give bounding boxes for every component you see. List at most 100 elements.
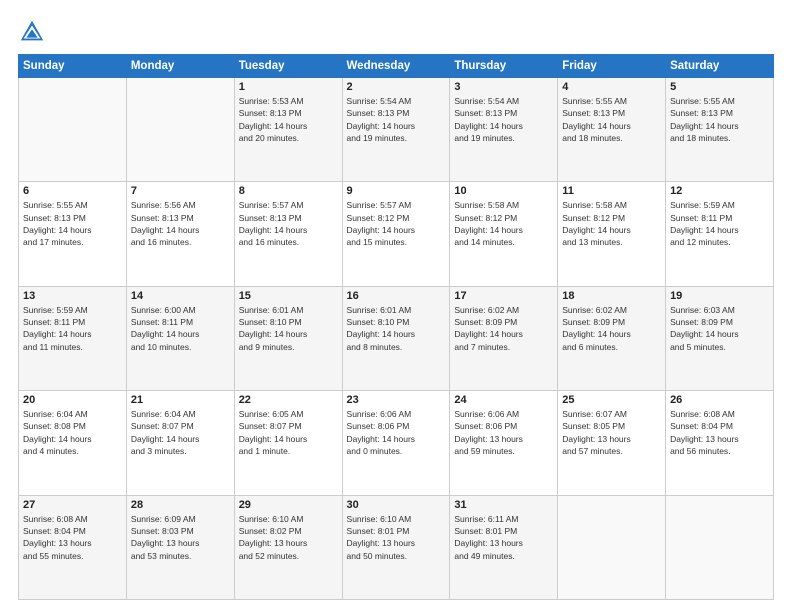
calendar-week-4: 20 Sunrise: 6:04 AM Sunset: 8:08 PM Dayli… xyxy=(19,391,774,495)
weekday-header-row: SundayMondayTuesdayWednesdayThursdayFrid… xyxy=(19,55,774,78)
day-number: 5 xyxy=(670,81,769,93)
day-number: 10 xyxy=(454,185,553,197)
calendar-cell xyxy=(19,78,127,182)
calendar-cell xyxy=(666,495,774,599)
day-number: 19 xyxy=(670,290,769,302)
day-info: Sunrise: 5:54 AM Sunset: 8:13 PM Dayligh… xyxy=(454,95,553,144)
day-number: 25 xyxy=(562,394,661,406)
logo xyxy=(18,18,50,46)
weekday-header-monday: Monday xyxy=(126,55,234,78)
day-info: Sunrise: 5:53 AM Sunset: 8:13 PM Dayligh… xyxy=(239,95,338,144)
calendar-cell: 9 Sunrise: 5:57 AM Sunset: 8:12 PM Daylig… xyxy=(342,182,450,286)
day-info: Sunrise: 5:57 AM Sunset: 8:12 PM Dayligh… xyxy=(347,199,446,248)
day-number: 14 xyxy=(131,290,230,302)
day-info: Sunrise: 6:01 AM Sunset: 8:10 PM Dayligh… xyxy=(239,304,338,353)
day-number: 7 xyxy=(131,185,230,197)
calendar-week-5: 27 Sunrise: 6:08 AM Sunset: 8:04 PM Dayli… xyxy=(19,495,774,599)
weekday-header-saturday: Saturday xyxy=(666,55,774,78)
calendar-cell: 7 Sunrise: 5:56 AM Sunset: 8:13 PM Daylig… xyxy=(126,182,234,286)
calendar-cell: 20 Sunrise: 6:04 AM Sunset: 8:08 PM Dayli… xyxy=(19,391,127,495)
day-number: 27 xyxy=(23,499,122,511)
calendar-cell: 24Sunrise: 6:06 AM Sunset: 8:06 PM Dayli… xyxy=(450,391,558,495)
day-info: Sunrise: 6:10 AM Sunset: 8:02 PM Dayligh… xyxy=(239,513,338,562)
day-info: Sunrise: 6:05 AM Sunset: 8:07 PM Dayligh… xyxy=(239,408,338,457)
day-number: 22 xyxy=(239,394,338,406)
day-number: 26 xyxy=(670,394,769,406)
calendar-cell: 19 Sunrise: 6:03 AM Sunset: 8:09 PM Dayli… xyxy=(666,286,774,390)
day-info: Sunrise: 5:58 AM Sunset: 8:12 PM Dayligh… xyxy=(562,199,661,248)
calendar-cell xyxy=(558,495,666,599)
calendar-cell: 4 Sunrise: 5:55 AM Sunset: 8:13 PM Daylig… xyxy=(558,78,666,182)
day-info: Sunrise: 6:08 AM Sunset: 8:04 PM Dayligh… xyxy=(670,408,769,457)
day-info: Sunrise: 6:02 AM Sunset: 8:09 PM Dayligh… xyxy=(562,304,661,353)
weekday-header-friday: Friday xyxy=(558,55,666,78)
day-number: 15 xyxy=(239,290,338,302)
day-info: Sunrise: 6:00 AM Sunset: 8:11 PM Dayligh… xyxy=(131,304,230,353)
day-info: Sunrise: 6:02 AM Sunset: 8:09 PM Dayligh… xyxy=(454,304,553,353)
calendar-cell: 11 Sunrise: 5:58 AM Sunset: 8:12 PM Dayli… xyxy=(558,182,666,286)
day-number: 2 xyxy=(347,81,446,93)
day-info: Sunrise: 6:04 AM Sunset: 8:07 PM Dayligh… xyxy=(131,408,230,457)
calendar-cell: 25 Sunrise: 6:07 AM Sunset: 8:05 PM Dayli… xyxy=(558,391,666,495)
calendar-week-2: 6 Sunrise: 5:55 AM Sunset: 8:13 PM Daylig… xyxy=(19,182,774,286)
day-info: Sunrise: 6:07 AM Sunset: 8:05 PM Dayligh… xyxy=(562,408,661,457)
day-number: 30 xyxy=(347,499,446,511)
day-number: 20 xyxy=(23,394,122,406)
calendar-cell: 1 Sunrise: 5:53 AM Sunset: 8:13 PM Daylig… xyxy=(234,78,342,182)
logo-icon xyxy=(18,18,46,46)
calendar-cell: 5Sunrise: 5:55 AM Sunset: 8:13 PM Daylig… xyxy=(666,78,774,182)
calendar-cell: 13Sunrise: 5:59 AM Sunset: 8:11 PM Dayli… xyxy=(19,286,127,390)
day-info: Sunrise: 6:01 AM Sunset: 8:10 PM Dayligh… xyxy=(347,304,446,353)
calendar-cell: 28 Sunrise: 6:09 AM Sunset: 8:03 PM Dayli… xyxy=(126,495,234,599)
day-number: 16 xyxy=(347,290,446,302)
day-number: 3 xyxy=(454,81,553,93)
day-info: Sunrise: 6:03 AM Sunset: 8:09 PM Dayligh… xyxy=(670,304,769,353)
day-number: 1 xyxy=(239,81,338,93)
calendar-cell: 22 Sunrise: 6:05 AM Sunset: 8:07 PM Dayli… xyxy=(234,391,342,495)
day-number: 9 xyxy=(347,185,446,197)
calendar-cell xyxy=(126,78,234,182)
day-info: Sunrise: 6:06 AM Sunset: 8:06 PM Dayligh… xyxy=(454,408,553,457)
day-info: Sunrise: 5:54 AM Sunset: 8:13 PM Dayligh… xyxy=(347,95,446,144)
calendar: SundayMondayTuesdayWednesdayThursdayFrid… xyxy=(18,54,774,600)
day-info: Sunrise: 6:08 AM Sunset: 8:04 PM Dayligh… xyxy=(23,513,122,562)
calendar-cell: 21 Sunrise: 6:04 AM Sunset: 8:07 PM Dayli… xyxy=(126,391,234,495)
day-info: Sunrise: 6:06 AM Sunset: 8:06 PM Dayligh… xyxy=(347,408,446,457)
calendar-cell: 12 Sunrise: 5:59 AM Sunset: 8:11 PM Dayli… xyxy=(666,182,774,286)
day-info: Sunrise: 5:56 AM Sunset: 8:13 PM Dayligh… xyxy=(131,199,230,248)
day-info: Sunrise: 5:55 AM Sunset: 8:13 PM Dayligh… xyxy=(23,199,122,248)
day-number: 21 xyxy=(131,394,230,406)
day-number: 29 xyxy=(239,499,338,511)
day-number: 12 xyxy=(670,185,769,197)
calendar-cell: 10 Sunrise: 5:58 AM Sunset: 8:12 PM Dayli… xyxy=(450,182,558,286)
day-number: 6 xyxy=(23,185,122,197)
weekday-header-tuesday: Tuesday xyxy=(234,55,342,78)
weekday-header-wednesday: Wednesday xyxy=(342,55,450,78)
page: SundayMondayTuesdayWednesdayThursdayFrid… xyxy=(0,0,792,612)
calendar-cell: 29 Sunrise: 6:10 AM Sunset: 8:02 PM Dayli… xyxy=(234,495,342,599)
day-number: 4 xyxy=(562,81,661,93)
day-number: 13 xyxy=(23,290,122,302)
day-number: 8 xyxy=(239,185,338,197)
day-number: 23 xyxy=(347,394,446,406)
header xyxy=(18,18,774,46)
day-number: 17 xyxy=(454,290,553,302)
calendar-cell: 16 Sunrise: 6:01 AM Sunset: 8:10 PM Dayli… xyxy=(342,286,450,390)
day-info: Sunrise: 5:55 AM Sunset: 8:13 PM Dayligh… xyxy=(562,95,661,144)
calendar-cell: 26 Sunrise: 6:08 AM Sunset: 8:04 PM Dayli… xyxy=(666,391,774,495)
day-info: Sunrise: 6:04 AM Sunset: 8:08 PM Dayligh… xyxy=(23,408,122,457)
calendar-cell: 15 Sunrise: 6:01 AM Sunset: 8:10 PM Dayli… xyxy=(234,286,342,390)
day-number: 11 xyxy=(562,185,661,197)
calendar-cell: 30Sunrise: 6:10 AM Sunset: 8:01 PM Dayli… xyxy=(342,495,450,599)
calendar-cell: 2 Sunrise: 5:54 AM Sunset: 8:13 PM Daylig… xyxy=(342,78,450,182)
day-number: 28 xyxy=(131,499,230,511)
calendar-cell: 27 Sunrise: 6:08 AM Sunset: 8:04 PM Dayli… xyxy=(19,495,127,599)
day-number: 18 xyxy=(562,290,661,302)
day-info: Sunrise: 6:09 AM Sunset: 8:03 PM Dayligh… xyxy=(131,513,230,562)
day-info: Sunrise: 5:58 AM Sunset: 8:12 PM Dayligh… xyxy=(454,199,553,248)
calendar-cell: 3 Sunrise: 5:54 AM Sunset: 8:13 PM Daylig… xyxy=(450,78,558,182)
calendar-week-1: 1 Sunrise: 5:53 AM Sunset: 8:13 PM Daylig… xyxy=(19,78,774,182)
day-info: Sunrise: 5:59 AM Sunset: 8:11 PM Dayligh… xyxy=(670,199,769,248)
calendar-cell: 6 Sunrise: 5:55 AM Sunset: 8:13 PM Daylig… xyxy=(19,182,127,286)
weekday-header-thursday: Thursday xyxy=(450,55,558,78)
